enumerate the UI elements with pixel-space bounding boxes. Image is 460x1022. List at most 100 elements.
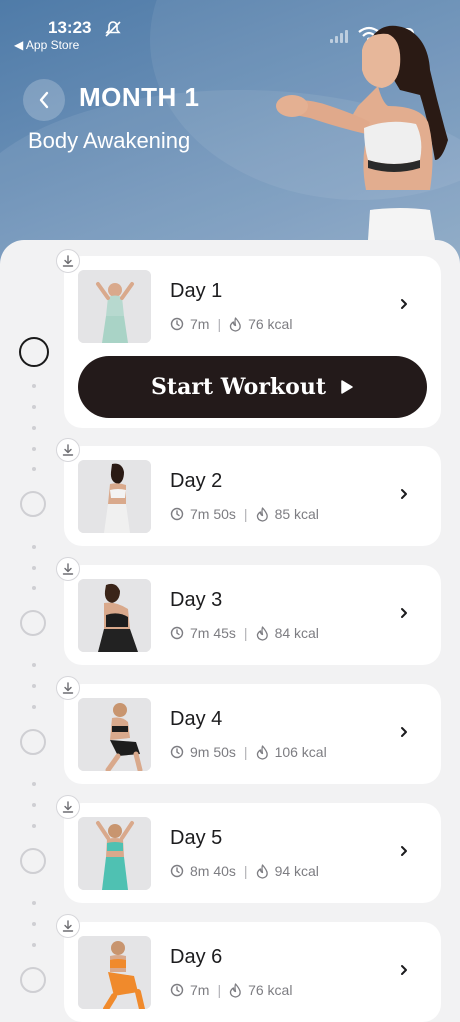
day-thumbnail (78, 936, 151, 1009)
download-button[interactable] (56, 438, 80, 462)
chevron-left-icon (39, 91, 49, 109)
download-icon (62, 682, 74, 694)
workout-photo (78, 936, 151, 1009)
separator: | (243, 744, 248, 760)
day-card-5[interactable]: Day 5 8m 40s | 94 kcal (64, 803, 441, 903)
back-button[interactable] (23, 79, 65, 121)
day-calories: 106 kcal (274, 744, 327, 760)
day-card-1[interactable]: Day 1 7m | 76 kcal Start Workout (64, 256, 441, 428)
day-duration: 7m (190, 316, 210, 332)
day-title: Day 4 (170, 708, 223, 730)
timeline-marker (20, 967, 46, 993)
download-button[interactable] (56, 676, 80, 700)
timeline-dot (32, 663, 36, 667)
timeline-dot (32, 447, 36, 451)
day-calories: 76 kcal (248, 982, 293, 998)
timeline-marker-active (19, 337, 49, 367)
timeline-dot (32, 943, 36, 947)
timeline-dot (32, 467, 36, 471)
day-card-3[interactable]: Day 3 7m 45s | 84 kcal (64, 565, 441, 665)
timeline-dot (32, 405, 36, 409)
day-thumbnail (78, 579, 151, 652)
back-to-app-store[interactable]: ◀ App Store (14, 38, 79, 52)
day-duration: 7m 50s (190, 506, 236, 522)
timeline-dot (32, 922, 36, 926)
timeline-dot (32, 684, 36, 688)
flame-icon (256, 863, 268, 879)
start-workout-label: Start Workout (151, 374, 326, 400)
day-title: Day 6 (170, 946, 223, 968)
download-icon (62, 444, 74, 456)
day-title: Day 3 (170, 589, 223, 611)
separator: | (243, 625, 248, 641)
day-card-4[interactable]: Day 4 9m 50s | 106 kcal (64, 684, 441, 784)
day-thumbnail (78, 698, 151, 771)
separator: | (243, 863, 248, 879)
flame-icon (256, 625, 268, 641)
timeline-dot (32, 901, 36, 905)
chevron-right-icon[interactable] (399, 963, 409, 977)
day-thumbnail (78, 270, 151, 343)
day-card-6[interactable]: Day 6 7m | 76 kcal (64, 922, 441, 1022)
day-meta: 9m 50s | 106 kcal (170, 744, 327, 760)
day-meta: 8m 40s | 94 kcal (170, 863, 319, 879)
page-title: MONTH 1 (79, 82, 200, 112)
day-duration: 8m 40s (190, 863, 236, 879)
chevron-right-icon[interactable] (399, 487, 409, 501)
timeline-dot (32, 384, 36, 388)
timeline-marker (20, 491, 46, 517)
download-button[interactable] (56, 914, 80, 938)
day-meta: 7m 45s | 84 kcal (170, 625, 319, 641)
download-button[interactable] (56, 795, 80, 819)
separator: | (217, 316, 222, 332)
clock-icon (170, 317, 184, 331)
chevron-right-icon[interactable] (399, 725, 409, 739)
flame-icon (229, 982, 241, 998)
download-icon (62, 255, 74, 267)
day-calories: 85 kcal (274, 506, 319, 522)
flame-icon (256, 744, 268, 760)
day-thumbnail (78, 817, 151, 890)
clock-icon (170, 626, 184, 640)
day-meta: 7m | 76 kcal (170, 982, 292, 998)
hero-image (276, 25, 448, 270)
play-icon (341, 380, 353, 394)
download-icon (62, 801, 74, 813)
timeline-marker (20, 610, 46, 636)
timeline-dot (32, 705, 36, 709)
status-time: 13:23 (48, 18, 92, 37)
day-title: Day 1 (170, 280, 223, 302)
workout-photo (78, 698, 151, 771)
timeline-dot (32, 782, 36, 786)
clock-icon (170, 745, 184, 759)
flame-icon (229, 316, 241, 332)
download-button[interactable] (56, 557, 80, 581)
chevron-right-icon[interactable] (399, 297, 409, 311)
clock-icon (170, 983, 184, 997)
day-duration: 7m 45s (190, 625, 236, 641)
download-icon (62, 920, 74, 932)
chevron-right-icon[interactable] (399, 606, 409, 620)
day-card-2[interactable]: Day 2 7m 50s | 85 kcal (64, 446, 441, 546)
workout-photo (78, 579, 151, 652)
timeline-dot (32, 545, 36, 549)
day-thumbnail (78, 460, 151, 533)
page-subtitle: Body Awakening (28, 128, 191, 153)
day-calories: 76 kcal (248, 316, 293, 332)
day-meta: 7m | 76 kcal (170, 316, 292, 332)
flame-icon (256, 506, 268, 522)
clock-icon (170, 507, 184, 521)
timeline-marker (20, 848, 46, 874)
timeline-dot (32, 586, 36, 590)
download-button[interactable] (56, 249, 80, 273)
workout-photo (78, 460, 151, 533)
day-calories: 84 kcal (274, 625, 319, 641)
chevron-right-icon[interactable] (399, 844, 409, 858)
day-meta: 7m 50s | 85 kcal (170, 506, 319, 522)
workout-photo (78, 817, 151, 890)
header: 13:23 ◀ App Store MONTH 1 Body Awakening (0, 0, 460, 270)
timeline-dot (32, 566, 36, 570)
day-duration: 7m (190, 982, 210, 998)
start-workout-button[interactable]: Start Workout (78, 356, 427, 418)
separator: | (217, 982, 222, 998)
